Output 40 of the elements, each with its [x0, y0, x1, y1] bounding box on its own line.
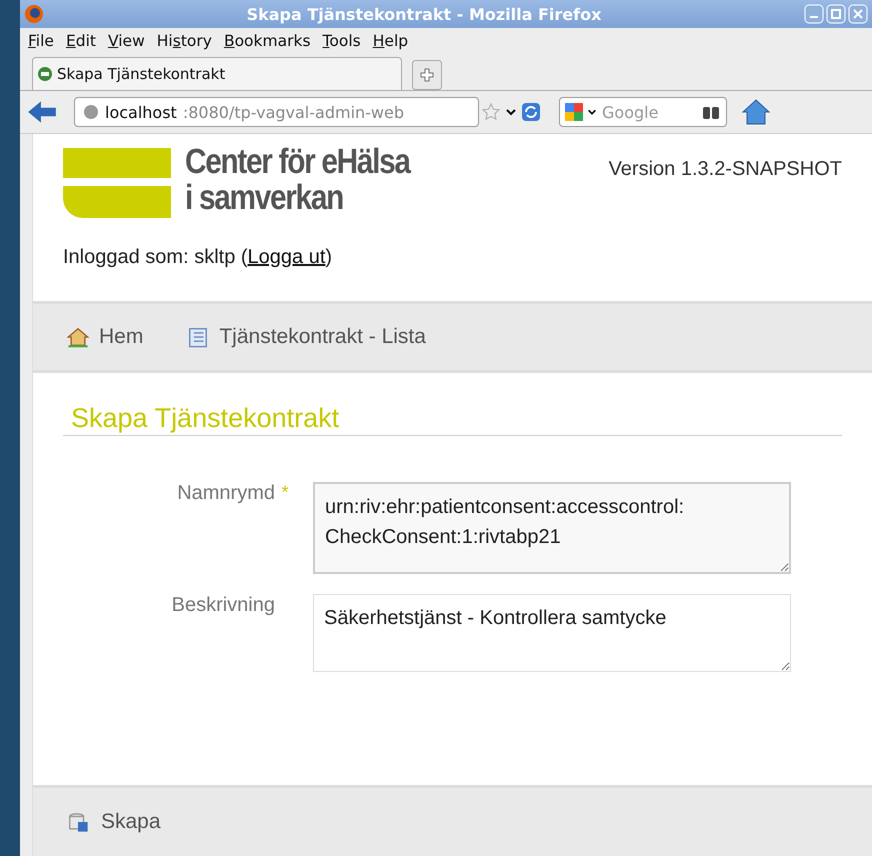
search-engine-icon[interactable] [564, 102, 584, 122]
logo-text: Center för eHälsa [185, 144, 410, 180]
maximize-icon[interactable] [826, 4, 846, 24]
address-bar[interactable]: localhost :8080/tp-vagval-admin-web [74, 97, 479, 127]
list-icon [187, 326, 210, 348]
home-icon[interactable] [741, 97, 771, 127]
logo-icon [63, 148, 171, 218]
reload-icon[interactable] [521, 102, 541, 122]
field-label: Beskrivning [170, 594, 275, 617]
required-marker: * [280, 482, 290, 503]
menu-item[interactable]: Tools [316, 32, 367, 50]
search-field[interactable]: Google [559, 97, 727, 127]
logo-text: i samverkan [185, 180, 344, 216]
menu-item[interactable]: Edit [60, 32, 102, 50]
field-label: Namnrymd [176, 482, 275, 505]
star-icon[interactable] [481, 102, 501, 122]
dropdown-icon[interactable] [587, 107, 597, 117]
save-icon [67, 811, 89, 833]
new-tab-icon[interactable] [412, 60, 442, 90]
window-title: Skapa Tjänstekontrakt - Mozilla Firefox [246, 4, 602, 24]
form-title: Skapa Tjänstekontrakt [63, 401, 842, 436]
create-button[interactable]: Skapa [63, 806, 165, 838]
version-text: Version 1.3.2-SNAPSHOT [608, 158, 842, 181]
menu-item[interactable]: Bookmarks [218, 32, 317, 50]
logout-link[interactable]: Logga ut [248, 246, 326, 268]
login-status: Inloggad som: skltp (Logga ut) [63, 246, 334, 269]
nav-link[interactable]: Hem [67, 325, 144, 349]
back-arrow-icon[interactable] [26, 99, 58, 125]
text-area[interactable]: urn:riv:ehr:patientconsent:accesscontrol: CheckConsent:1:rivtabp21 [313, 482, 791, 574]
minimize-icon[interactable] [804, 4, 824, 24]
menu-item[interactable]: Help [366, 32, 414, 50]
menu-item[interactable]: History [150, 32, 218, 50]
browser-tab[interactable]: Skapa Tjänstekontrakt [32, 57, 402, 90]
close-icon[interactable] [848, 4, 868, 24]
home-icon [67, 326, 89, 348]
nav-link[interactable]: Tjänstekontrakt - Lista [187, 325, 426, 349]
text-area[interactable]: Säkerhetstjänst - Kontrollera samtycke [313, 594, 791, 672]
menu-item[interactable]: File [22, 32, 60, 50]
menu-item[interactable]: View [102, 32, 151, 50]
favicon-icon [37, 66, 53, 82]
